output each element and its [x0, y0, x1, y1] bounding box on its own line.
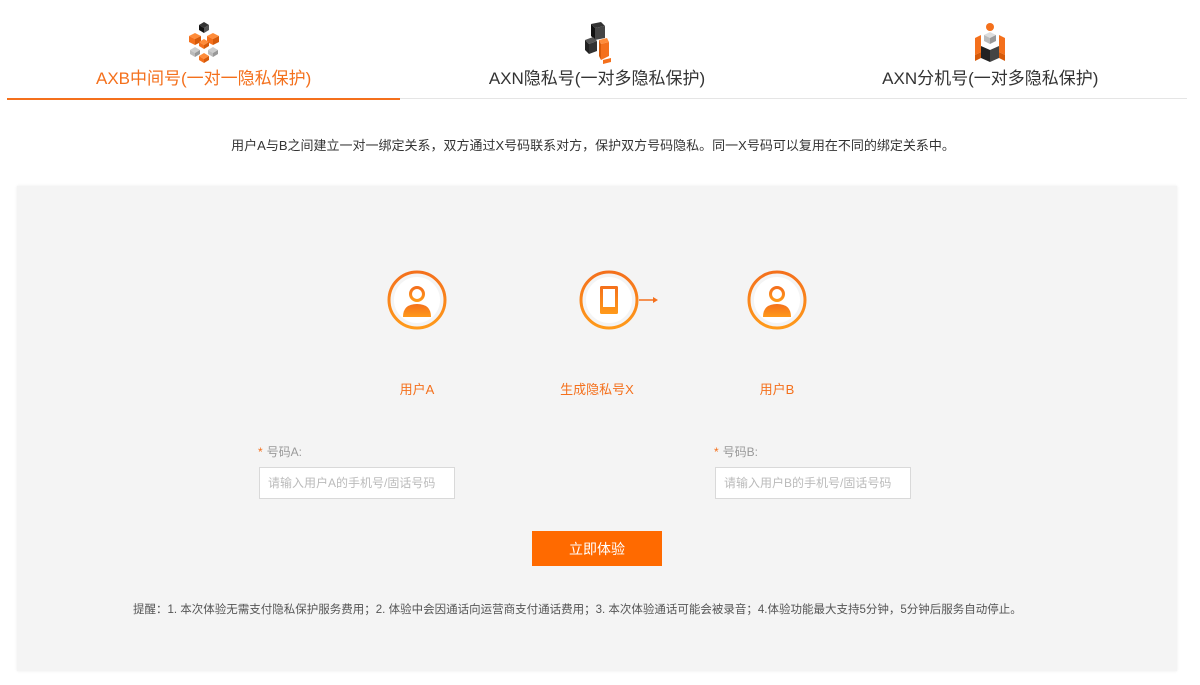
flow-label-user-a: 用户A	[399, 382, 435, 397]
intro-text: 用户A与B之间建立一对一绑定关系，双方通过X号码联系对方，保护双方号码隐私。同一…	[231, 138, 955, 153]
required-mark: *	[714, 445, 719, 459]
tab-label: AXB中间号(一对一隐私保护)	[95, 69, 312, 88]
number-a-input[interactable]	[259, 467, 455, 499]
number-a-label: * 号码A:	[258, 443, 302, 460]
flow-label-generate: 生成隐私号X	[560, 382, 634, 397]
tab-axn-privacy[interactable]: AXN隐私号(一对多隐私保护)	[400, 0, 793, 99]
product-tabs: AXB中间号(一对一隐私保护) AXN隐私号(一对多隐私保护) AXN分机号(一…	[7, 0, 1187, 100]
required-mark: *	[258, 445, 263, 459]
user-icon	[747, 270, 807, 330]
tab-label: AXN隐私号(一对多隐私保护)	[488, 69, 706, 88]
user-icon	[387, 270, 447, 330]
tab-axn-extension[interactable]: AXN分机号(一对多隐私保护)	[794, 0, 1187, 99]
demo-panel: 用户A 生成隐私号X 用户B *号码A: *号码B:	[17, 186, 1177, 671]
number-b-label: * 号码B:	[714, 443, 758, 460]
phone-forward-icon	[579, 270, 658, 330]
try-now-button[interactable]: 立即体验	[532, 531, 662, 566]
number-a-label-text: 号码A:	[266, 445, 303, 459]
blocks-icon	[584, 22, 611, 64]
flow-user-a: 用户A	[337, 270, 497, 398]
number-b-label-text: 号码B:	[722, 445, 759, 459]
box-cluster-icon	[975, 23, 1006, 62]
tab-label: AXN分机号(一对多隐私保护)	[882, 69, 1099, 88]
flow-user-b: 用户B	[697, 270, 857, 398]
tab-axb[interactable]: AXB中间号(一对一隐私保护)	[7, 0, 401, 100]
cubes-icon	[188, 22, 219, 63]
flow-label-user-b: 用户B	[759, 382, 795, 397]
flow-generate: 生成隐私号X	[517, 270, 677, 398]
number-b-input[interactable]	[715, 467, 911, 499]
notice-text: 提醒：1. 本次体验无需支付隐私保护服务费用；2. 体验中会因通话向运营商支付通…	[133, 604, 1022, 616]
